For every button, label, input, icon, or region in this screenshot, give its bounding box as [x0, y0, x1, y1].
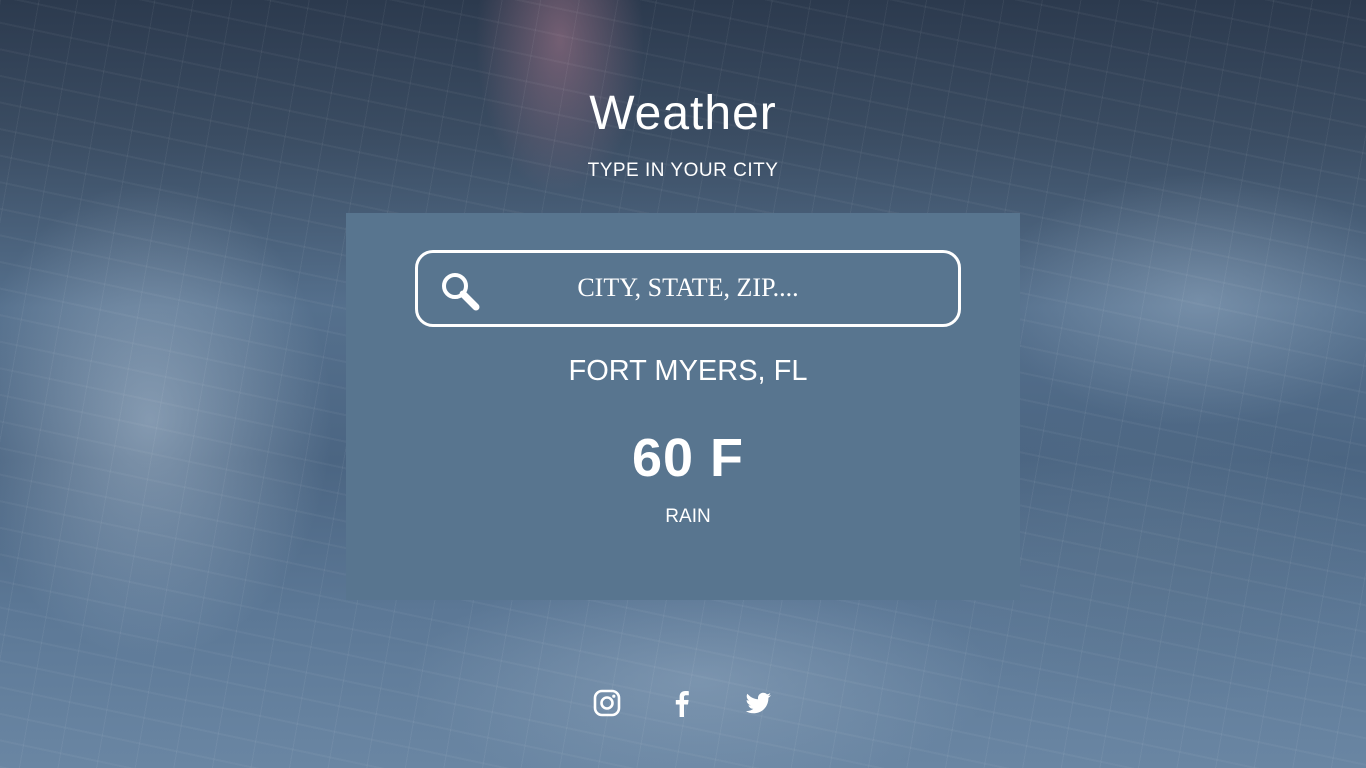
search-bar[interactable]: [415, 250, 961, 327]
weather-condition: RAIN: [665, 506, 711, 527]
location-name: FORT MYERS, FL: [568, 355, 808, 387]
twitter-icon[interactable]: [743, 688, 773, 718]
facebook-icon[interactable]: [667, 688, 697, 718]
search-icon[interactable]: [438, 269, 482, 313]
social-links: [0, 688, 1366, 722]
weather-card: FORT MYERS, FL 60 F RAIN: [346, 213, 1020, 600]
page-title: Weather: [589, 87, 777, 140]
search-input[interactable]: [498, 263, 878, 313]
instagram-icon[interactable]: [592, 688, 622, 718]
page-subtitle: TYPE IN YOUR CITY: [587, 160, 779, 181]
temperature-value: 60 F: [631, 428, 745, 488]
